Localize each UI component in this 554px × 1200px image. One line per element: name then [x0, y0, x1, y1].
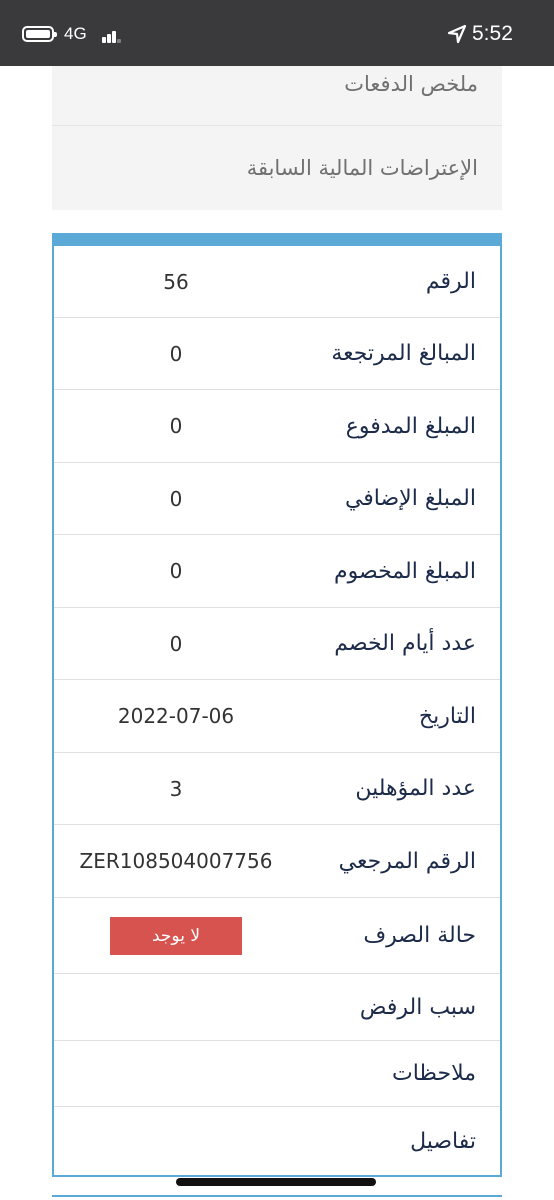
payment-details-card: الرقم 56 المبالغ المرتجعة 0 المبلغ المدفوع 0 ا… [52, 233, 502, 1177]
next-card-edge [52, 1195, 502, 1200]
detail-label: سبب الرفض [359, 994, 476, 1020]
location-arrow-icon [447, 24, 467, 44]
detail-value: 0 [169, 486, 183, 511]
detail-row-deducted-amount: المبلغ المخصوم 0 [54, 535, 500, 608]
detail-label: ملاحظات [392, 1061, 476, 1086]
detail-value: 3 [169, 776, 183, 801]
detail-label: التاريخ [418, 703, 476, 729]
detail-label: المبلغ المخصوم [334, 558, 476, 584]
status-bar: 4G 5:52 [0, 0, 554, 66]
detail-value: 0 [169, 414, 183, 438]
detail-row-additional-amount: المبلغ الإضافي 0 [54, 463, 500, 535]
detail-row-paid-amount: المبلغ المدفوع 0 [54, 390, 500, 463]
battery-icon [22, 26, 57, 42]
detail-value [54, 1107, 298, 1175]
detail-value: 0 [169, 559, 183, 583]
detail-label: الرقم [425, 269, 476, 294]
detail-label: تفاصيل [410, 1128, 476, 1154]
detail-row-notes: ملاحظات [54, 1041, 500, 1107]
detail-row-reference-number: الرقم المرجعي ZER108504007756 [54, 825, 500, 898]
detail-value [54, 1041, 298, 1106]
detail-row-eligible-count: عدد المؤهلين 3 [54, 753, 500, 825]
detail-label: المبلغ المدفوع [345, 413, 476, 439]
detail-value: لا يوجد [54, 898, 298, 973]
detail-label: عدد المؤهلين [355, 776, 476, 801]
detail-label: الرقم المرجعي [338, 848, 476, 874]
detail-value: 0 [169, 341, 183, 366]
detail-value [54, 974, 298, 1040]
detail-row-rejection-reason: سبب الرفض [54, 974, 500, 1041]
detail-value: 56 [163, 269, 189, 294]
detail-row-details: تفاصيل [54, 1107, 500, 1175]
detail-value: ZER108504007756 [79, 849, 273, 873]
detail-value: 0 [169, 631, 183, 656]
network-type: 4G [64, 24, 87, 43]
menu-list: ملخص الدفعات الإعتراضات المالية السابقة [52, 66, 502, 210]
status-badge: لا يوجد [110, 916, 242, 955]
detail-label: حالة الصرف [363, 923, 476, 948]
detail-row-date: التاريخ 2022-07-06 [54, 680, 500, 753]
detail-value: 2022-07-06 [117, 704, 235, 728]
detail-label: عدد أيام الخصم [334, 631, 476, 656]
status-time: 5:52 [472, 22, 513, 45]
detail-row-disbursement-status: حالة الصرف لا يوجد [54, 898, 500, 974]
card-header-bar [52, 233, 502, 246]
home-indicator [176, 1178, 376, 1186]
detail-row-deduction-days: عدد أيام الخصم 0 [54, 608, 500, 680]
signal-icon [102, 27, 122, 43]
detail-label: المبالغ المرتجعة [331, 341, 476, 366]
menu-item-payments-summary[interactable]: ملخص الدفعات [52, 66, 502, 126]
menu-item-previous-objections[interactable]: الإعتراضات المالية السابقة [52, 126, 502, 210]
detail-row-returned-amounts: المبالغ المرتجعة 0 [54, 318, 500, 390]
detail-row-number: الرقم 56 [54, 246, 500, 318]
detail-label: المبلغ الإضافي [344, 486, 476, 511]
